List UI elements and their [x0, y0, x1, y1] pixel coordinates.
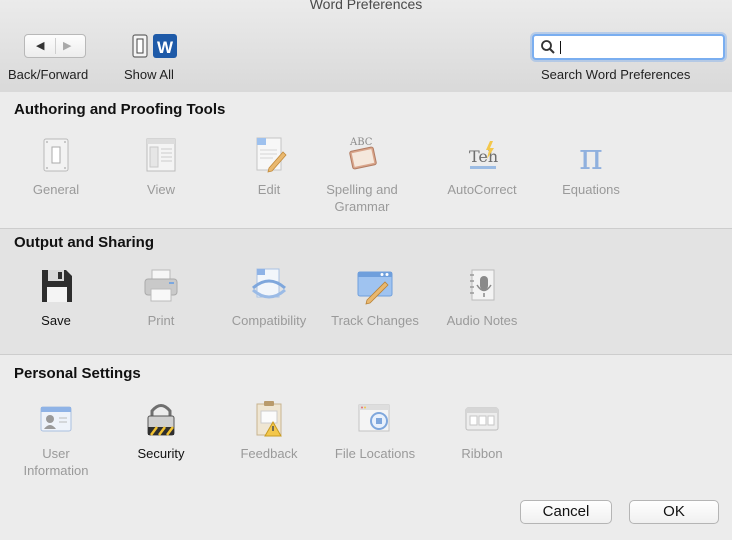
pref-print[interactable]: Print [113, 266, 209, 329]
padlock-icon [147, 404, 175, 436]
pref-label: Compatibility [231, 313, 307, 328]
autocorrect-glyph: Teh [469, 147, 498, 166]
pref-security[interactable]: Security [113, 399, 209, 462]
pref-label: Edit [257, 182, 281, 197]
back-forward-control[interactable]: ◀ ▶ [24, 34, 86, 58]
search-input[interactable] [532, 34, 725, 60]
pref-label: Print [147, 313, 175, 328]
printer-icon [144, 269, 178, 302]
floppy-disk-icon [42, 270, 72, 302]
pref-edit[interactable]: Edit [221, 135, 317, 198]
pref-label: Spelling and Grammar [326, 182, 398, 214]
pref-label: AutoCorrect [447, 182, 517, 197]
pref-audio-notes[interactable]: Audio Notes [434, 266, 530, 329]
pref-autocorrect[interactable]: Teh AutoCorrect [434, 135, 530, 198]
ribbon-icon [465, 407, 499, 431]
pref-label: Equations [562, 182, 620, 197]
view-icon [146, 138, 176, 172]
section-personal-settings: Personal Settings User Information Securi… [0, 355, 732, 540]
pref-track-changes[interactable]: Track Changes [327, 266, 423, 329]
cancel-button[interactable]: Cancel [520, 500, 612, 524]
pref-label: Track Changes [331, 313, 419, 328]
autocorrect-icon: Teh [469, 141, 498, 169]
toolbar: Word Preferences ◀ ▶ Back/Forward W Show… [0, 0, 732, 93]
pref-general[interactable]: General [8, 135, 104, 198]
pref-label: Audio Notes [446, 313, 518, 328]
file-locations-icon [358, 404, 390, 432]
section-title: Authoring and Proofing Tools [14, 101, 226, 118]
pref-save[interactable]: Save [8, 266, 104, 329]
pref-ribbon[interactable]: Ribbon [434, 399, 530, 462]
window-title: Word Preferences [309, 0, 423, 12]
pref-label: User Information [23, 446, 89, 478]
pref-label: View [147, 182, 175, 197]
track-changes-icon [357, 271, 393, 305]
section-authoring-proofing: Authoring and Proofing Tools General Vie… [0, 92, 732, 229]
pref-label: General [32, 182, 80, 197]
back-forward-label: Back/Forward [8, 67, 89, 82]
spelling-icon: ABC [349, 137, 377, 170]
pref-equations[interactable]: π Equations [543, 135, 639, 198]
pref-label: Security [137, 446, 185, 461]
compatibility-icon [252, 268, 286, 299]
microphone-icon [470, 269, 495, 301]
show-all-icon[interactable]: W [130, 32, 178, 60]
general-icon [43, 138, 69, 172]
feedback-icon [256, 401, 282, 437]
text-caret [560, 41, 561, 54]
pref-compatibility[interactable]: Compatibility [221, 266, 317, 329]
pref-label: Save [41, 313, 71, 328]
pref-spelling-grammar[interactable]: ABC Spelling and Grammar [314, 135, 410, 215]
ok-button[interactable]: OK [629, 500, 719, 524]
pi-icon: π [579, 137, 603, 175]
pref-view[interactable]: View [113, 135, 209, 198]
svg-text:ABC: ABC [349, 137, 373, 148]
section-title: Output and Sharing [14, 234, 154, 251]
section-title: Personal Settings [14, 365, 141, 382]
back-arrow-icon[interactable]: ◀ [36, 40, 44, 52]
pref-file-locations[interactable]: File Locations [327, 399, 423, 462]
svg-text:W: W [157, 38, 174, 57]
pref-label: Feedback [240, 446, 298, 461]
user-card-icon [40, 406, 72, 432]
pref-user-information[interactable]: User Information [8, 399, 104, 479]
forward-arrow-icon[interactable]: ▶ [63, 40, 71, 52]
pref-label: Ribbon [461, 446, 503, 461]
section-output-sharing: Output and Sharing Save Print Compatibil… [0, 229, 732, 355]
pref-label: File Locations [334, 446, 416, 461]
search-caption: Search Word Preferences [541, 67, 691, 82]
pref-feedback[interactable]: Feedback [221, 399, 317, 462]
edit-icon [256, 137, 287, 173]
show-all-label[interactable]: Show All [124, 67, 174, 82]
search-icon [541, 40, 555, 54]
segment-divider [55, 38, 56, 54]
pi-glyph: π [579, 137, 603, 175]
